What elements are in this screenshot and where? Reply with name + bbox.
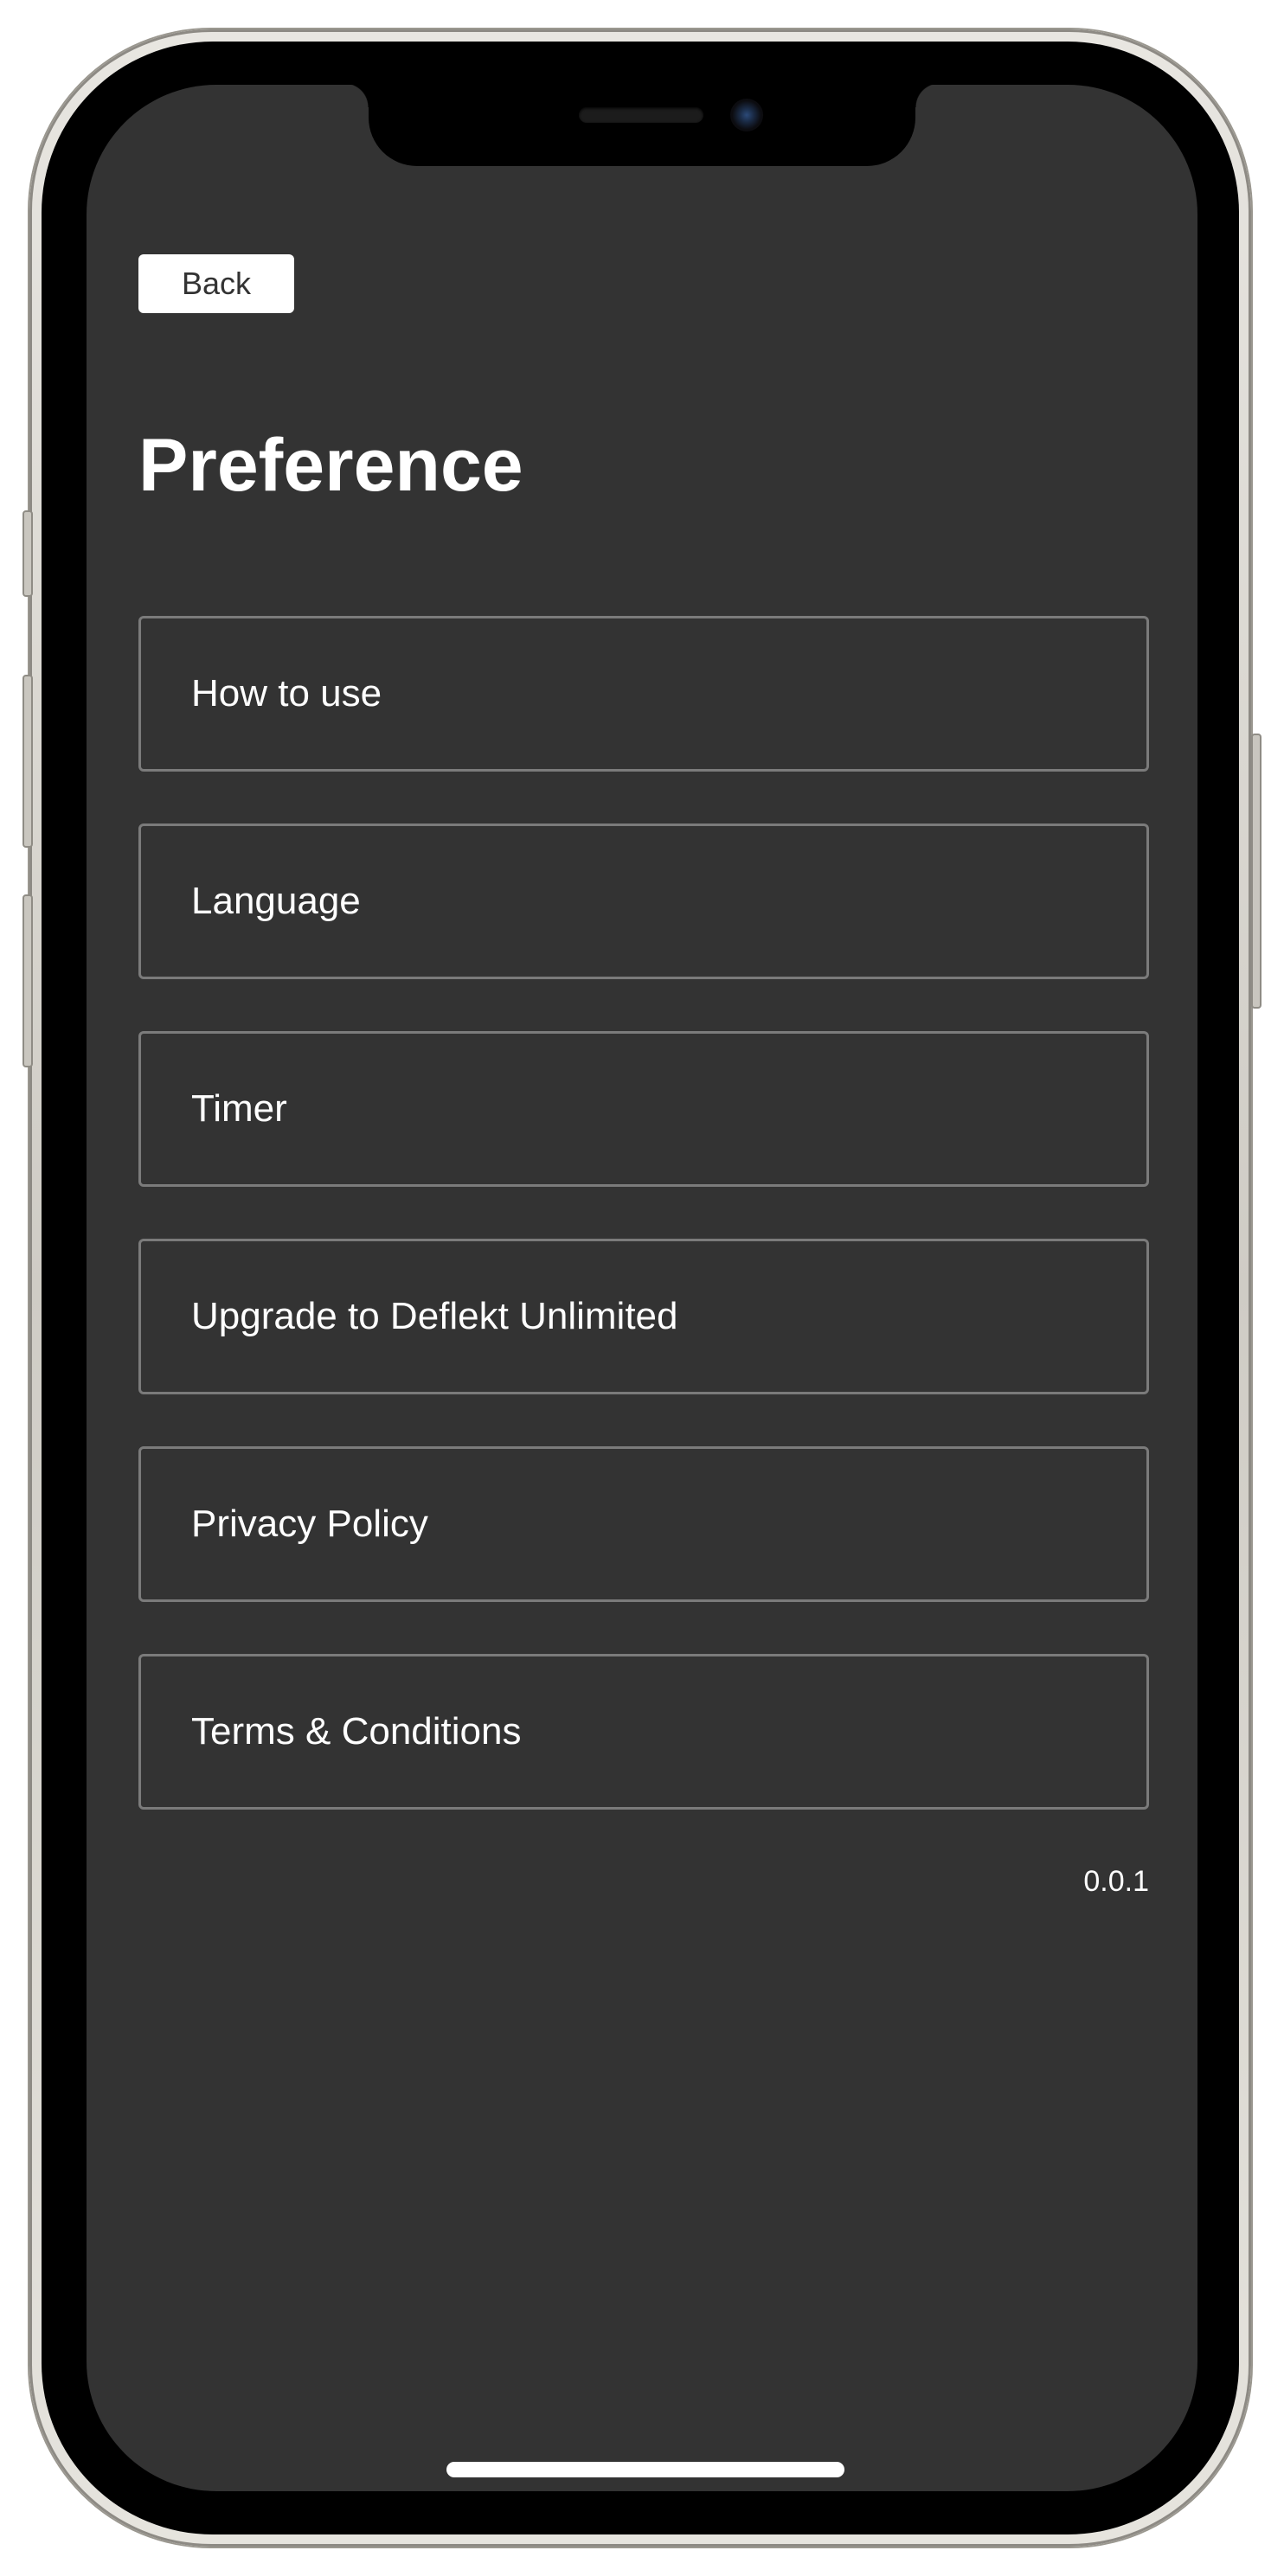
menu-item-terms-conditions[interactable]: Terms & Conditions bbox=[138, 1654, 1149, 1810]
menu-item-label: How to use bbox=[191, 672, 382, 714]
menu-item-privacy-policy[interactable]: Privacy Policy bbox=[138, 1446, 1149, 1602]
power-button bbox=[1251, 734, 1262, 1009]
back-button[interactable]: Back bbox=[138, 254, 294, 313]
notch bbox=[344, 85, 940, 166]
menu-item-label: Upgrade to Deflekt Unlimited bbox=[191, 1295, 678, 1337]
page-title: Preference bbox=[138, 424, 523, 507]
home-indicator[interactable] bbox=[446, 2462, 844, 2477]
menu-item-label: Terms & Conditions bbox=[191, 1710, 522, 1753]
volume-down-button bbox=[22, 894, 33, 1067]
menu-item-upgrade[interactable]: Upgrade to Deflekt Unlimited bbox=[138, 1239, 1149, 1394]
menu-item-language[interactable]: Language bbox=[138, 823, 1149, 979]
menu-item-label: Privacy Policy bbox=[191, 1503, 428, 1545]
preference-menu: How to use Language Timer Upgrade to Def… bbox=[138, 616, 1149, 1862]
silent-switch bbox=[22, 510, 33, 597]
speaker-grille bbox=[579, 107, 703, 123]
app-screen: Back Preference How to use Language Time… bbox=[87, 85, 1197, 2491]
version-label: 0.0.1 bbox=[1083, 1865, 1149, 1898]
menu-item-timer[interactable]: Timer bbox=[138, 1031, 1149, 1187]
front-camera-icon bbox=[730, 99, 763, 131]
menu-item-how-to-use[interactable]: How to use bbox=[138, 616, 1149, 772]
menu-item-label: Timer bbox=[191, 1087, 287, 1130]
volume-up-button bbox=[22, 675, 33, 848]
menu-item-label: Language bbox=[191, 880, 361, 922]
